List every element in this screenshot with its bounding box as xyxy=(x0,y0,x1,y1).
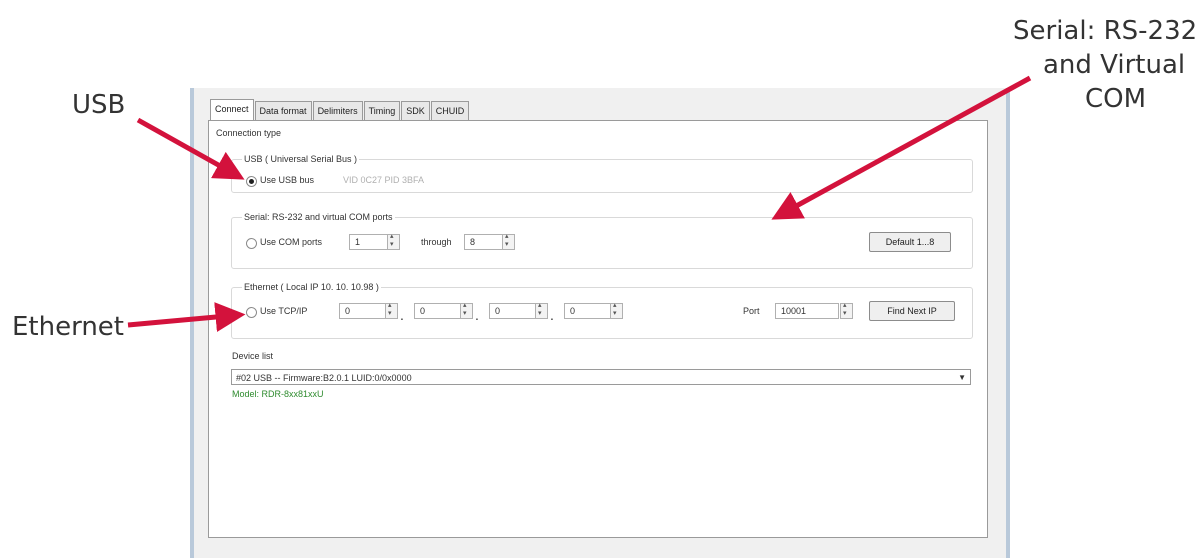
tab-timing[interactable]: Timing xyxy=(363,101,401,120)
tab-chuid[interactable]: CHUID xyxy=(430,101,470,120)
ip-octet-1[interactable]: 0 xyxy=(339,301,398,319)
com-from-stepper[interactable]: 1 xyxy=(349,232,400,250)
annotation-serial-line3: COM xyxy=(1085,84,1147,114)
ip-octet-2[interactable]: 0 xyxy=(414,301,473,319)
device-list-label: Device list xyxy=(232,351,274,361)
ip-octet-4-value[interactable]: 0 xyxy=(564,303,611,319)
port-label: Port xyxy=(743,306,760,316)
ip-octet-2-arrows[interactable] xyxy=(461,301,473,319)
annotation-ethernet: Ethernet xyxy=(12,312,124,342)
ip-octet-3-arrows[interactable] xyxy=(536,301,548,319)
ip-octet-4[interactable]: 0 xyxy=(564,301,623,319)
usb-group-label: USB ( Universal Serial Bus ) xyxy=(242,154,360,164)
ip-dot-3: . xyxy=(550,307,554,323)
ip-octet-3-value[interactable]: 0 xyxy=(489,303,536,319)
usb-vid-pid: VID 0C27 PID 3BFA xyxy=(343,175,425,185)
tab-delimiters[interactable]: Delimiters xyxy=(312,101,363,120)
com-ports-radio[interactable] xyxy=(246,238,257,249)
annotation-serial-line1: Serial: RS-232 xyxy=(1013,16,1198,46)
tab-strip: Connect Data format Delimiters Timing SD… xyxy=(210,99,470,121)
default-com-button[interactable]: Default 1...8 xyxy=(869,232,951,252)
ip-dot-2: . xyxy=(475,307,479,323)
ip-octet-3[interactable]: 0 xyxy=(489,301,548,319)
port-field[interactable]: 10001 xyxy=(775,303,839,319)
annotation-serial-line2: and Virtual xyxy=(1043,50,1186,80)
device-model: Model: RDR-8xx81xxU xyxy=(232,389,324,399)
ip-octet-1-arrows[interactable] xyxy=(386,301,398,319)
annotation-usb: USB xyxy=(72,90,126,120)
ethernet-group-label: Ethernet ( Local IP 10. 10. 10.98 ) xyxy=(242,282,381,292)
tab-sdk[interactable]: SDK xyxy=(401,101,430,120)
ip-octet-1-value[interactable]: 0 xyxy=(339,303,386,319)
ip-octet-2-value[interactable]: 0 xyxy=(414,303,461,319)
settings-window: Connect Data format Delimiters Timing SD… xyxy=(190,88,1010,558)
serial-group xyxy=(231,217,973,269)
com-from-spin-arrows[interactable] xyxy=(388,232,400,250)
usb-radio-label[interactable]: Use USB bus xyxy=(260,175,314,185)
com-from-value[interactable]: 1 xyxy=(349,234,388,250)
through-label: through xyxy=(421,237,452,247)
device-list-select[interactable]: #02 USB -- Firmware:B2.0.1 LUID:0/0x0000… xyxy=(231,369,971,385)
com-to-spin-arrows[interactable] xyxy=(503,232,515,250)
device-list-selected: #02 USB -- Firmware:B2.0.1 LUID:0/0x0000 xyxy=(236,373,412,383)
connect-panel: Connection type USB ( Universal Serial B… xyxy=(208,120,988,538)
tab-connect[interactable]: Connect xyxy=(210,99,254,121)
com-to-value[interactable]: 8 xyxy=(464,234,503,250)
com-to-stepper[interactable]: 8 xyxy=(464,232,515,250)
ip-dot-1: . xyxy=(400,307,404,323)
find-next-ip-button[interactable]: Find Next IP xyxy=(869,301,955,321)
tcpip-radio[interactable] xyxy=(246,307,257,318)
tcpip-radio-label[interactable]: Use TCP/IP xyxy=(260,306,307,316)
tab-data-format[interactable]: Data format xyxy=(254,101,312,120)
chevron-down-icon[interactable]: ▼ xyxy=(958,370,966,386)
com-ports-radio-label[interactable]: Use COM ports xyxy=(260,237,322,247)
port-spin[interactable] xyxy=(840,301,853,319)
connection-type-label: Connection type xyxy=(216,128,282,138)
port-spin-arrows[interactable] xyxy=(840,301,853,319)
serial-group-label: Serial: RS-232 and virtual COM ports xyxy=(242,212,395,222)
usb-radio[interactable] xyxy=(246,176,257,187)
ip-octet-4-arrows[interactable] xyxy=(611,301,623,319)
